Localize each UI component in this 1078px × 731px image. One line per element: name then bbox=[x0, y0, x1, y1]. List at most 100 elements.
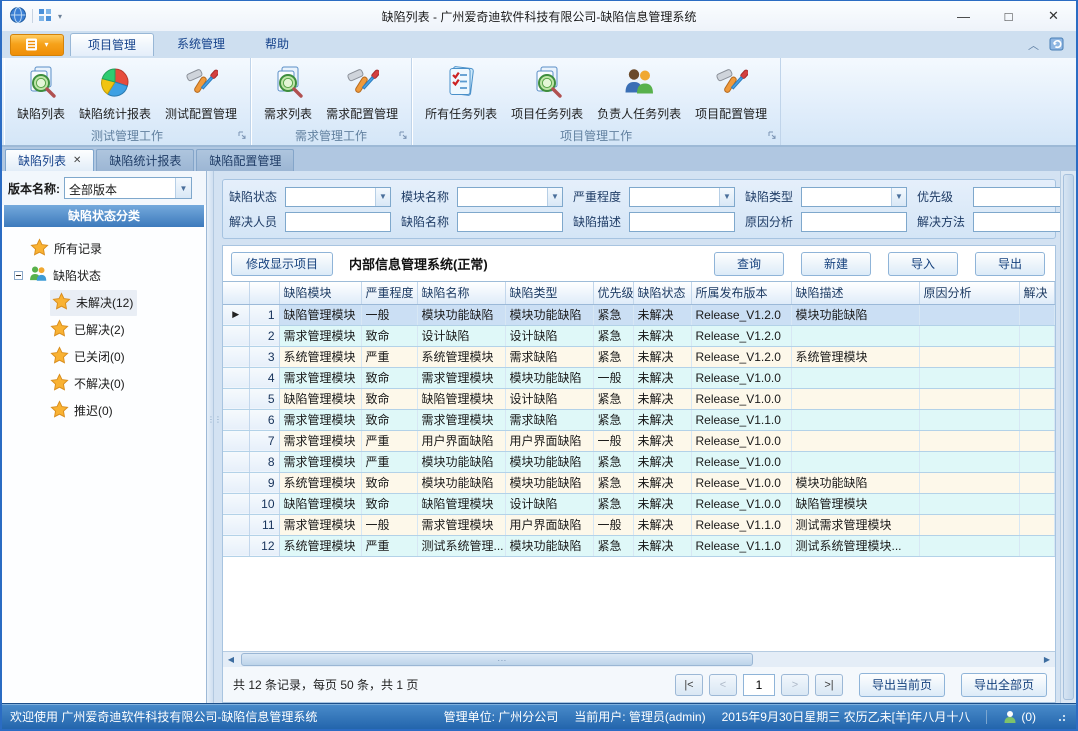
row-number-cell[interactable]: 7 bbox=[249, 430, 279, 451]
table-cell-resolve[interactable] bbox=[1019, 514, 1055, 535]
table-cell-resolve[interactable] bbox=[1019, 493, 1055, 514]
table-cell-severity[interactable]: 致命 bbox=[361, 367, 417, 388]
chevron-down-icon[interactable]: ▼ bbox=[375, 188, 390, 206]
table-cell-module[interactable]: 需求管理模块 bbox=[279, 451, 361, 472]
table-cell-status[interactable]: 未解决 bbox=[633, 451, 691, 472]
row-selector-cell[interactable] bbox=[223, 514, 249, 535]
ribbon-button[interactable]: 项目任务列表 bbox=[504, 61, 590, 128]
row-selector-cell[interactable] bbox=[223, 346, 249, 367]
dialog-launcher-icon[interactable] bbox=[237, 129, 247, 143]
table-cell-status[interactable]: 未解决 bbox=[633, 304, 691, 325]
table-row[interactable]: 5缺陷管理模块致命缺陷管理模块设计缺陷紧急未解决Release_V1.0.0 bbox=[223, 388, 1055, 409]
table-cell-resolve[interactable] bbox=[1019, 388, 1055, 409]
row-selector-cell[interactable] bbox=[223, 472, 249, 493]
table-cell-module[interactable]: 系统管理模块 bbox=[279, 472, 361, 493]
help-icon[interactable] bbox=[1049, 35, 1066, 55]
row-selector-cell[interactable] bbox=[223, 535, 249, 556]
table-cell-name[interactable]: 缺陷管理模块 bbox=[417, 493, 505, 514]
table-cell-release[interactable]: Release_V1.0.0 bbox=[691, 367, 791, 388]
column-header[interactable]: 严重程度 bbox=[361, 282, 417, 304]
dialog-launcher-icon[interactable] bbox=[767, 129, 777, 143]
table-cell-desc[interactable] bbox=[791, 451, 919, 472]
grid-menu-icon[interactable] bbox=[38, 8, 52, 25]
filter-input[interactable] bbox=[801, 212, 907, 232]
table-cell-release[interactable]: Release_V1.0.0 bbox=[691, 451, 791, 472]
table-cell-severity[interactable]: 致命 bbox=[361, 325, 417, 346]
page-number-input[interactable] bbox=[743, 674, 775, 696]
table-cell-priority[interactable]: 一般 bbox=[593, 514, 633, 535]
column-header[interactable]: 解决 bbox=[1019, 282, 1055, 304]
table-row[interactable]: 8需求管理模块严重模块功能缺陷模块功能缺陷紧急未解决Release_V1.0.0 bbox=[223, 451, 1055, 472]
table-cell-type[interactable]: 用户界面缺陷 bbox=[505, 514, 593, 535]
scroll-right-icon[interactable]: ▶ bbox=[1039, 652, 1055, 667]
row-selector-cell[interactable] bbox=[223, 325, 249, 346]
chevron-down-icon[interactable]: ▼ bbox=[891, 188, 906, 206]
table-cell-type[interactable]: 模块功能缺陷 bbox=[505, 367, 593, 388]
table-row[interactable]: 9系统管理模块致命模块功能缺陷模块功能缺陷紧急未解决Release_V1.0.0… bbox=[223, 472, 1055, 493]
table-row[interactable]: 11需求管理模块一般需求管理模块用户界面缺陷一般未解决Release_V1.1.… bbox=[223, 514, 1055, 535]
table-cell-resolve[interactable] bbox=[1019, 472, 1055, 493]
table-row[interactable]: 4需求管理模块致命需求管理模块模块功能缺陷一般未解决Release_V1.0.0 bbox=[223, 367, 1055, 388]
column-header[interactable]: 缺陷模块 bbox=[279, 282, 361, 304]
table-cell-severity[interactable]: 严重 bbox=[361, 346, 417, 367]
table-cell-release[interactable]: Release_V1.2.0 bbox=[691, 325, 791, 346]
chevron-down-icon[interactable]: ▼ bbox=[719, 188, 734, 206]
column-header[interactable]: 原因分析 bbox=[919, 282, 1019, 304]
application-menu-button[interactable]: ▾ bbox=[10, 34, 64, 56]
ribbon-button[interactable]: 缺陷列表 bbox=[10, 61, 72, 128]
table-cell-release[interactable]: Release_V1.0.0 bbox=[691, 388, 791, 409]
column-header[interactable]: 缺陷描述 bbox=[791, 282, 919, 304]
ribbon-button[interactable]: 缺陷统计报表 bbox=[72, 61, 158, 128]
last-page-button[interactable]: >| bbox=[815, 674, 843, 696]
row-number-cell[interactable]: 12 bbox=[249, 535, 279, 556]
next-page-button[interactable]: > bbox=[781, 674, 809, 696]
row-selector-cell[interactable] bbox=[223, 430, 249, 451]
scrollbar-thumb[interactable] bbox=[241, 653, 753, 666]
table-cell-desc[interactable]: 测试系统管理模块... bbox=[791, 535, 919, 556]
table-cell-severity[interactable]: 致命 bbox=[361, 472, 417, 493]
filter-combo[interactable]: ▼ bbox=[629, 187, 735, 207]
row-number-cell[interactable]: 2 bbox=[249, 325, 279, 346]
close-icon[interactable]: ✕ bbox=[73, 155, 81, 166]
table-cell-desc[interactable]: 缺陷管理模块 bbox=[791, 493, 919, 514]
table-cell-resolve[interactable] bbox=[1019, 451, 1055, 472]
column-header[interactable]: 缺陷名称 bbox=[417, 282, 505, 304]
table-cell-name[interactable]: 需求管理模块 bbox=[417, 367, 505, 388]
table-row[interactable]: 12系统管理模块严重测试系统管理...模块功能缺陷紧急未解决Release_V1… bbox=[223, 535, 1055, 556]
table-cell-cause[interactable] bbox=[919, 472, 1019, 493]
table-row[interactable]: 6需求管理模块致命需求管理模块需求缺陷紧急未解决Release_V1.1.0 bbox=[223, 409, 1055, 430]
row-selector-cell[interactable] bbox=[223, 388, 249, 409]
table-cell-severity[interactable]: 严重 bbox=[361, 535, 417, 556]
table-cell-name[interactable]: 缺陷管理模块 bbox=[417, 388, 505, 409]
table-cell-module[interactable]: 需求管理模块 bbox=[279, 514, 361, 535]
row-number-cell[interactable]: 5 bbox=[249, 388, 279, 409]
table-cell-priority[interactable]: 一般 bbox=[593, 430, 633, 451]
filter-combo[interactable]: ▼ bbox=[973, 187, 1060, 207]
export-button[interactable]: 导出 bbox=[975, 252, 1045, 276]
table-cell-cause[interactable] bbox=[919, 514, 1019, 535]
filter-input[interactable] bbox=[285, 212, 391, 232]
table-cell-resolve[interactable] bbox=[1019, 430, 1055, 451]
table-row[interactable]: 2需求管理模块致命设计缺陷设计缺陷紧急未解决Release_V1.2.0 bbox=[223, 325, 1055, 346]
export-current-page-button[interactable]: 导出当前页 bbox=[859, 673, 945, 697]
ribbon-tab[interactable]: 项目管理 bbox=[70, 33, 154, 56]
table-cell-priority[interactable]: 紧急 bbox=[593, 451, 633, 472]
table-cell-severity[interactable]: 严重 bbox=[361, 430, 417, 451]
table-cell-module[interactable]: 需求管理模块 bbox=[279, 430, 361, 451]
ribbon-button[interactable]: 所有任务列表 bbox=[418, 61, 504, 128]
ribbon-button[interactable]: 负责人任务列表 bbox=[590, 61, 688, 128]
table-cell-priority[interactable]: 紧急 bbox=[593, 346, 633, 367]
table-cell-status[interactable]: 未解决 bbox=[633, 325, 691, 346]
tree-item[interactable]: 已关闭(0) bbox=[50, 343, 206, 370]
row-selector-cell[interactable]: ▶ bbox=[223, 304, 249, 325]
table-cell-module[interactable]: 需求管理模块 bbox=[279, 409, 361, 430]
column-header[interactable]: 所属发布版本 bbox=[691, 282, 791, 304]
table-cell-resolve[interactable] bbox=[1019, 304, 1055, 325]
table-cell-status[interactable]: 未解决 bbox=[633, 346, 691, 367]
new-button[interactable]: 新建 bbox=[801, 252, 871, 276]
table-cell-desc[interactable] bbox=[791, 430, 919, 451]
table-cell-resolve[interactable] bbox=[1019, 535, 1055, 556]
table-cell-priority[interactable]: 紧急 bbox=[593, 493, 633, 514]
table-cell-severity[interactable]: 致命 bbox=[361, 388, 417, 409]
table-cell-resolve[interactable] bbox=[1019, 409, 1055, 430]
